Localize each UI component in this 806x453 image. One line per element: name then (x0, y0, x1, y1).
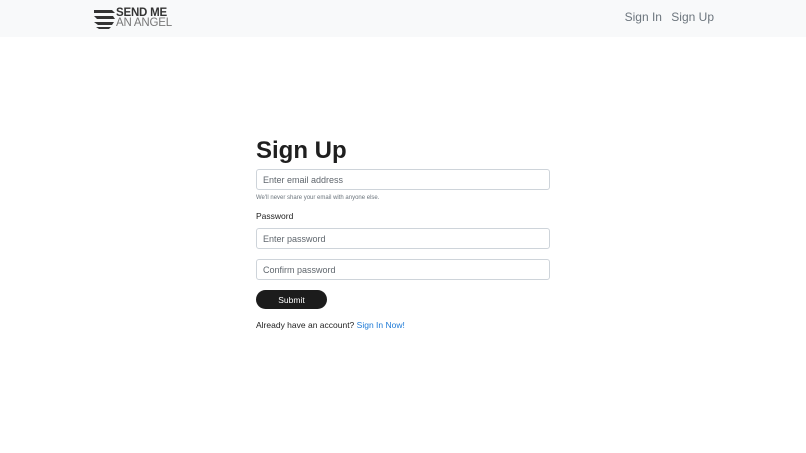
brand-name-line2: AN ANGEL (116, 17, 172, 29)
submit-button[interactable]: Submit (256, 290, 327, 309)
page-title: Sign Up (256, 137, 347, 164)
brand-logo[interactable]: SEND ME AN ANGEL (94, 7, 174, 31)
nav-sign-in-link[interactable]: Sign In (625, 10, 662, 24)
sign-up-form: Sign Up We'll never share your email wit… (256, 137, 550, 330)
nav-links: Sign In Sign Up (619, 10, 714, 24)
password-label: Password (256, 211, 294, 221)
navbar: SEND ME AN ANGEL Sign In Sign Up (0, 0, 806, 37)
email-help-text: We'll never share your email with anyone… (256, 195, 380, 201)
email-field[interactable] (256, 169, 550, 190)
sign-in-prompt: Already have an account? Sign In Now! (256, 320, 550, 330)
nav-sign-up-link[interactable]: Sign Up (671, 10, 714, 24)
sign-in-now-link[interactable]: Sign In Now! (357, 320, 405, 330)
already-account-text: Already have an account? (256, 320, 355, 330)
password-field[interactable] (256, 228, 550, 249)
confirm-password-field[interactable] (256, 259, 550, 280)
stripes-logo-icon (94, 10, 115, 29)
